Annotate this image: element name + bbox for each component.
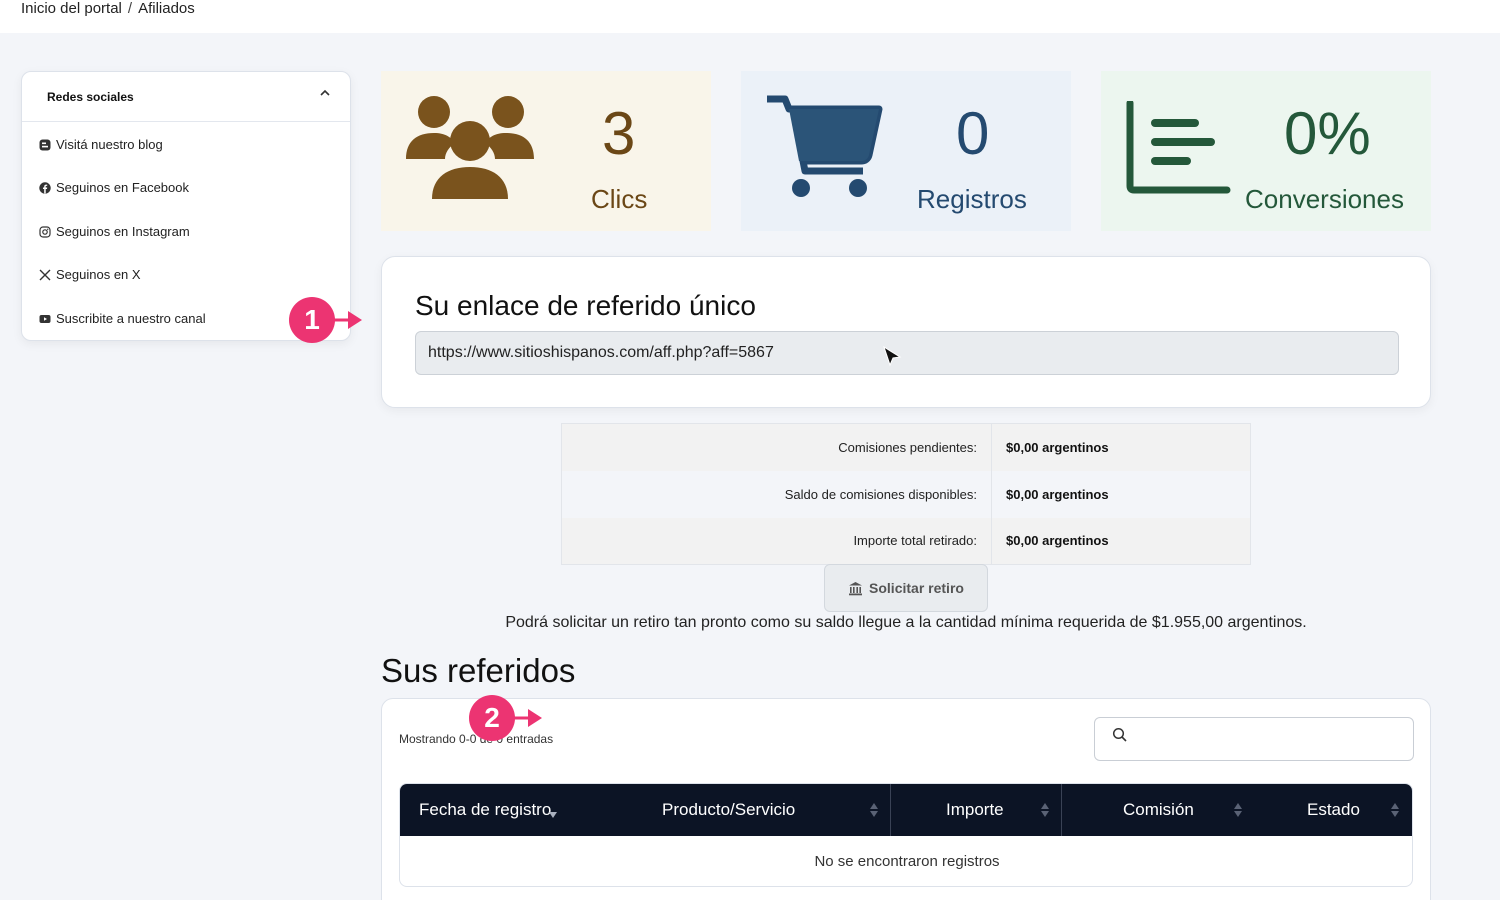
conversiones-label: Conversiones <box>1245 184 1404 214</box>
registros-label: Registros <box>917 184 1027 214</box>
referral-link-panel: Su enlace de referido único <box>381 256 1431 408</box>
breadcrumb-separator: / <box>127 0 133 17</box>
search-icon <box>1112 727 1127 742</box>
blogger-icon <box>39 139 51 150</box>
column-divider <box>890 784 891 836</box>
breadcrumb-home[interactable]: Inicio del portal <box>21 0 122 17</box>
request-withdrawal-button[interactable]: Solicitar retiro <box>824 564 988 612</box>
clics-label: Clics <box>591 184 648 214</box>
instagram-icon <box>39 225 51 238</box>
commission-label: Saldo de comisiones disponibles: <box>561 470 992 518</box>
sidebar-item-label: Visitá nuestro blog <box>56 137 163 152</box>
referral-title: Su enlace de referido único <box>415 290 756 321</box>
conversiones-value: 0% <box>1284 100 1371 167</box>
arrow-right-icon <box>334 311 362 329</box>
column-producto-servicio[interactable]: Producto/Servicio <box>662 784 795 836</box>
referrals-title: Sus referidos <box>381 652 576 689</box>
withdrawal-note: Podrá solicitar un retiro tan pronto com… <box>505 614 1307 631</box>
commission-value: $0,00 argentinos <box>1006 486 1109 502</box>
sidebar-title: Redes sociales <box>47 90 134 104</box>
commission-label: Comisiones pendientes: <box>561 423 992 471</box>
sort-icon[interactable] <box>1390 801 1400 819</box>
sidebar-item-facebook[interactable]: Seguinos en Facebook <box>39 180 189 195</box>
sort-desc-icon[interactable] <box>548 801 558 819</box>
sidebar-item-label: Suscribite a nuestro canal <box>56 311 206 326</box>
table-header: Fecha de registro Producto/Servicio Impo… <box>400 784 1412 836</box>
column-fecha-registro[interactable]: Fecha de registro <box>419 784 551 836</box>
top-bar: Inicio del portal / Afiliados <box>0 0 1500 33</box>
arrow-right-icon <box>514 709 542 727</box>
facebook-icon <box>39 181 51 194</box>
referral-link-field[interactable] <box>415 331 1399 375</box>
sort-icon[interactable] <box>869 801 879 819</box>
column-estado[interactable]: Estado <box>1307 784 1360 836</box>
users-icon <box>406 96 534 199</box>
column-comision[interactable]: Comisión <box>1123 784 1194 836</box>
sort-icon[interactable] <box>1040 801 1050 819</box>
commission-summary-table: Comisiones pendientes: $0,00 argentinos … <box>561 423 1251 565</box>
sidebar-item-label: Seguinos en Instagram <box>56 224 190 239</box>
sort-icon[interactable] <box>1233 801 1243 819</box>
commission-label: Importe total retirado: <box>561 517 992 565</box>
x-icon <box>39 269 51 280</box>
referrals-search-input[interactable] <box>1094 717 1414 761</box>
sidebar-header[interactable]: Redes sociales <box>22 72 350 122</box>
annotation-badge-1: 1 <box>289 297 335 343</box>
cursor-icon <box>883 345 902 367</box>
sidebar-item-label: Seguinos en X <box>56 267 141 282</box>
registros-value: 0 <box>956 100 990 167</box>
table-row: Comisiones pendientes: $0,00 argentinos <box>561 423 1251 471</box>
bank-icon <box>849 581 863 595</box>
sidebar-item-instagram[interactable]: Seguinos en Instagram <box>39 224 190 239</box>
stat-card-conversiones: 0% Conversiones <box>1101 71 1431 231</box>
breadcrumb-current: Afiliados <box>138 0 195 17</box>
youtube-icon <box>39 314 51 323</box>
table-row: Saldo de comisiones disponibles: $0,00 a… <box>561 470 1251 518</box>
stat-card-clics: 3 Clics <box>381 71 711 231</box>
commission-value: $0,00 argentinos <box>1006 533 1109 549</box>
table-row: Importe total retirado: $0,00 argentinos <box>561 517 1251 565</box>
annotation-badge-2: 2 <box>469 695 515 741</box>
clics-value: 3 <box>602 100 636 167</box>
sidebar-item-blog[interactable]: Visitá nuestro blog <box>39 137 163 152</box>
chevron-up-icon[interactable] <box>318 86 332 100</box>
empty-table-message: No se encontraron registros <box>814 853 1000 870</box>
column-importe[interactable]: Importe <box>946 784 1004 836</box>
breadcrumb: Inicio del portal / Afiliados <box>21 0 195 18</box>
stat-card-registros: 0 Registros <box>741 71 1071 231</box>
sidebar-item-label: Seguinos en Facebook <box>56 180 189 195</box>
commission-value: $0,00 argentinos <box>1006 439 1109 455</box>
sidebar-item-youtube[interactable]: Suscribite a nuestro canal <box>39 311 206 326</box>
sidebar-item-x[interactable]: Seguinos en X <box>39 267 141 282</box>
request-withdrawal-label: Solicitar retiro <box>869 580 964 596</box>
bar-chart-icon <box>1126 101 1231 194</box>
cart-icon <box>767 95 883 197</box>
referrals-table: Fecha de registro Producto/Servicio Impo… <box>399 783 1413 887</box>
column-divider <box>1061 784 1062 836</box>
